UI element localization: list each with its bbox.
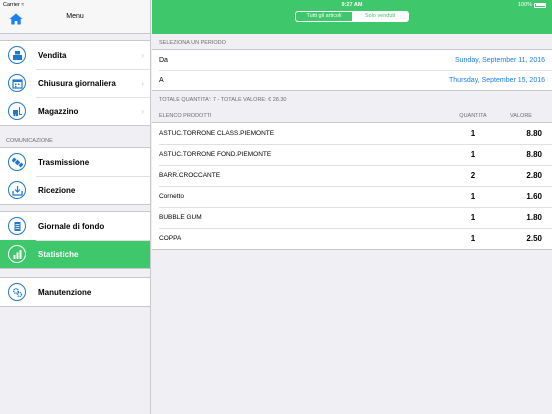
header-value: VALORE bbox=[510, 113, 532, 119]
wifi-icon: ≈ bbox=[21, 2, 25, 8]
period-section-label: SELEZIONA UN PERIODO bbox=[159, 40, 226, 46]
product-name: COPPA bbox=[159, 235, 182, 242]
status-bar-left: Carrier ≈ bbox=[0, 0, 150, 10]
header-product-list: ELENCO PRODOTTI bbox=[159, 113, 212, 119]
status-time: 9:27 AM bbox=[341, 2, 363, 8]
carrier-label: Carrier bbox=[3, 2, 20, 8]
filter-segmented-control: Tutti gli articoli Solo venduti bbox=[295, 11, 409, 22]
sidebar-item-label: Statistiche bbox=[38, 249, 79, 259]
product-quantity: 1 bbox=[470, 129, 476, 138]
sidebar-item-ricezione[interactable]: Ricezione bbox=[0, 176, 150, 204]
table-row[interactable]: BUBBLE GUM 1 1.80 bbox=[152, 207, 552, 228]
sidebar-group-comunicazione: Trasmissione Ricezione bbox=[0, 147, 150, 205]
product-quantity: 1 bbox=[470, 192, 476, 201]
sidebar-item-label: Chiusura giornaliera bbox=[38, 78, 116, 88]
sidebar-item-chiusura-giornaliera[interactable]: Chiusura giornaliera › bbox=[0, 69, 150, 97]
battery-icon bbox=[534, 2, 546, 8]
product-value: 2.80 bbox=[526, 171, 542, 180]
forklift-icon bbox=[8, 102, 26, 120]
product-name: BUBBLE GUM bbox=[159, 214, 202, 221]
sidebar-item-statistiche[interactable]: Statistiche bbox=[0, 240, 150, 268]
product-value: 1.60 bbox=[526, 192, 542, 201]
sidebar-item-vendita[interactable]: Vendita › bbox=[0, 41, 150, 69]
table-row[interactable]: Cornetto 1 1.60 bbox=[152, 186, 552, 207]
battery-percent: 100% bbox=[517, 2, 532, 8]
satellite-icon bbox=[8, 153, 26, 171]
sidebar-navbar: Menu bbox=[0, 10, 150, 34]
segment-sold-only[interactable]: Solo venduti bbox=[352, 12, 408, 21]
product-name: ASTUC.TORRONE CLASS.PIEMONTE bbox=[159, 130, 275, 137]
sidebar-item-manutenzione[interactable]: Manutenzione bbox=[0, 278, 150, 306]
sidebar-item-giornale-di-fondo[interactable]: Giornale di fondo bbox=[0, 212, 150, 240]
section-label-comunicazione: COMUNICAZIONE bbox=[6, 138, 53, 144]
products-table: ASTUC.TORRONE CLASS.PIEMONTE 1 8.80 ASTU… bbox=[152, 122, 552, 250]
period-group: Da Sunday, September 11, 2016 A Thursday… bbox=[152, 49, 552, 91]
segment-all-articles[interactable]: Tutti gli articoli bbox=[296, 12, 352, 21]
product-quantity: 1 bbox=[470, 213, 476, 222]
product-value: 1.80 bbox=[526, 213, 542, 222]
sidebar-item-label: Manutenzione bbox=[38, 287, 92, 297]
table-row[interactable]: ASTUC.TORRONE CLASS.PIEMONTE 1 8.80 bbox=[152, 123, 552, 144]
sidebar-title: Menu bbox=[66, 13, 84, 20]
sidebar-item-label: Vendita bbox=[38, 50, 67, 60]
sidebar-item-trasmissione[interactable]: Trasmissione bbox=[0, 148, 150, 176]
product-quantity: 1 bbox=[470, 234, 476, 243]
table-row[interactable]: COPPA 1 2.50 bbox=[152, 228, 552, 249]
product-value: 2.50 bbox=[526, 234, 542, 243]
sidebar-item-magazzino[interactable]: Magazzino › bbox=[0, 97, 150, 125]
main-panel: 9:27 AM 100% Tutti gli articoli Solo ven… bbox=[152, 0, 552, 414]
sidebar-item-label: Giornale di fondo bbox=[38, 221, 105, 231]
product-name: BARR.CROCCANTE bbox=[159, 172, 221, 179]
product-name: ASTUC.TORRONE FOND.PIEMONTE bbox=[159, 151, 272, 158]
product-quantity: 1 bbox=[470, 150, 476, 159]
sidebar-group-maintenance: Manutenzione bbox=[0, 277, 150, 307]
chevron-right-icon: › bbox=[141, 78, 144, 88]
period-to-label: A bbox=[159, 76, 164, 84]
sidebar: Carrier ≈ Menu Vendita › Chiusura giorna… bbox=[0, 0, 151, 414]
period-to-row[interactable]: A Thursday, September 15, 2016 bbox=[152, 70, 552, 90]
document-icon bbox=[8, 217, 26, 235]
cash-register-icon bbox=[8, 46, 26, 64]
bar-chart-icon bbox=[8, 245, 26, 263]
battery-indicator: 100% bbox=[518, 2, 546, 8]
product-value: 8.80 bbox=[526, 129, 542, 138]
sidebar-item-label: Trasmissione bbox=[38, 157, 90, 167]
period-from-row[interactable]: Da Sunday, September 11, 2016 bbox=[152, 50, 552, 70]
totals-summary: TOTALE QUANTITA': 7 - TOTALE VALORE: € 2… bbox=[159, 97, 287, 103]
chevron-right-icon: › bbox=[141, 106, 144, 116]
sidebar-item-label: Ricezione bbox=[38, 185, 76, 195]
products-table-header: ELENCO PRODOTTI QUANTITA VALORE bbox=[152, 104, 552, 122]
main-header: 9:27 AM 100% Tutti gli articoli Solo ven… bbox=[152, 0, 552, 34]
product-value: 8.80 bbox=[526, 150, 542, 159]
sidebar-item-label: Magazzino bbox=[38, 106, 79, 116]
gears-icon bbox=[8, 283, 26, 301]
table-row[interactable]: BARR.CROCCANTE 2 2.80 bbox=[152, 165, 552, 186]
table-row[interactable]: ASTUC.TORRONE FOND.PIEMONTE 1 8.80 bbox=[152, 144, 552, 165]
product-quantity: 2 bbox=[470, 171, 476, 180]
period-to-value[interactable]: Thursday, September 15, 2016 bbox=[449, 77, 545, 84]
period-from-label: Da bbox=[159, 56, 168, 64]
chevron-right-icon: › bbox=[141, 50, 144, 60]
calendar-icon bbox=[8, 74, 26, 92]
sidebar-group-main: Vendita › Chiusura giornaliera › Magazzi… bbox=[0, 40, 150, 126]
inbox-download-icon bbox=[8, 181, 26, 199]
sidebar-group-reports: Giornale di fondo Statistiche bbox=[0, 211, 150, 269]
header-quantity: QUANTITA bbox=[459, 113, 487, 119]
status-bar-right: 9:27 AM 100% bbox=[152, 0, 552, 10]
period-from-value[interactable]: Sunday, September 11, 2016 bbox=[455, 57, 545, 64]
product-name: Cornetto bbox=[159, 193, 184, 200]
